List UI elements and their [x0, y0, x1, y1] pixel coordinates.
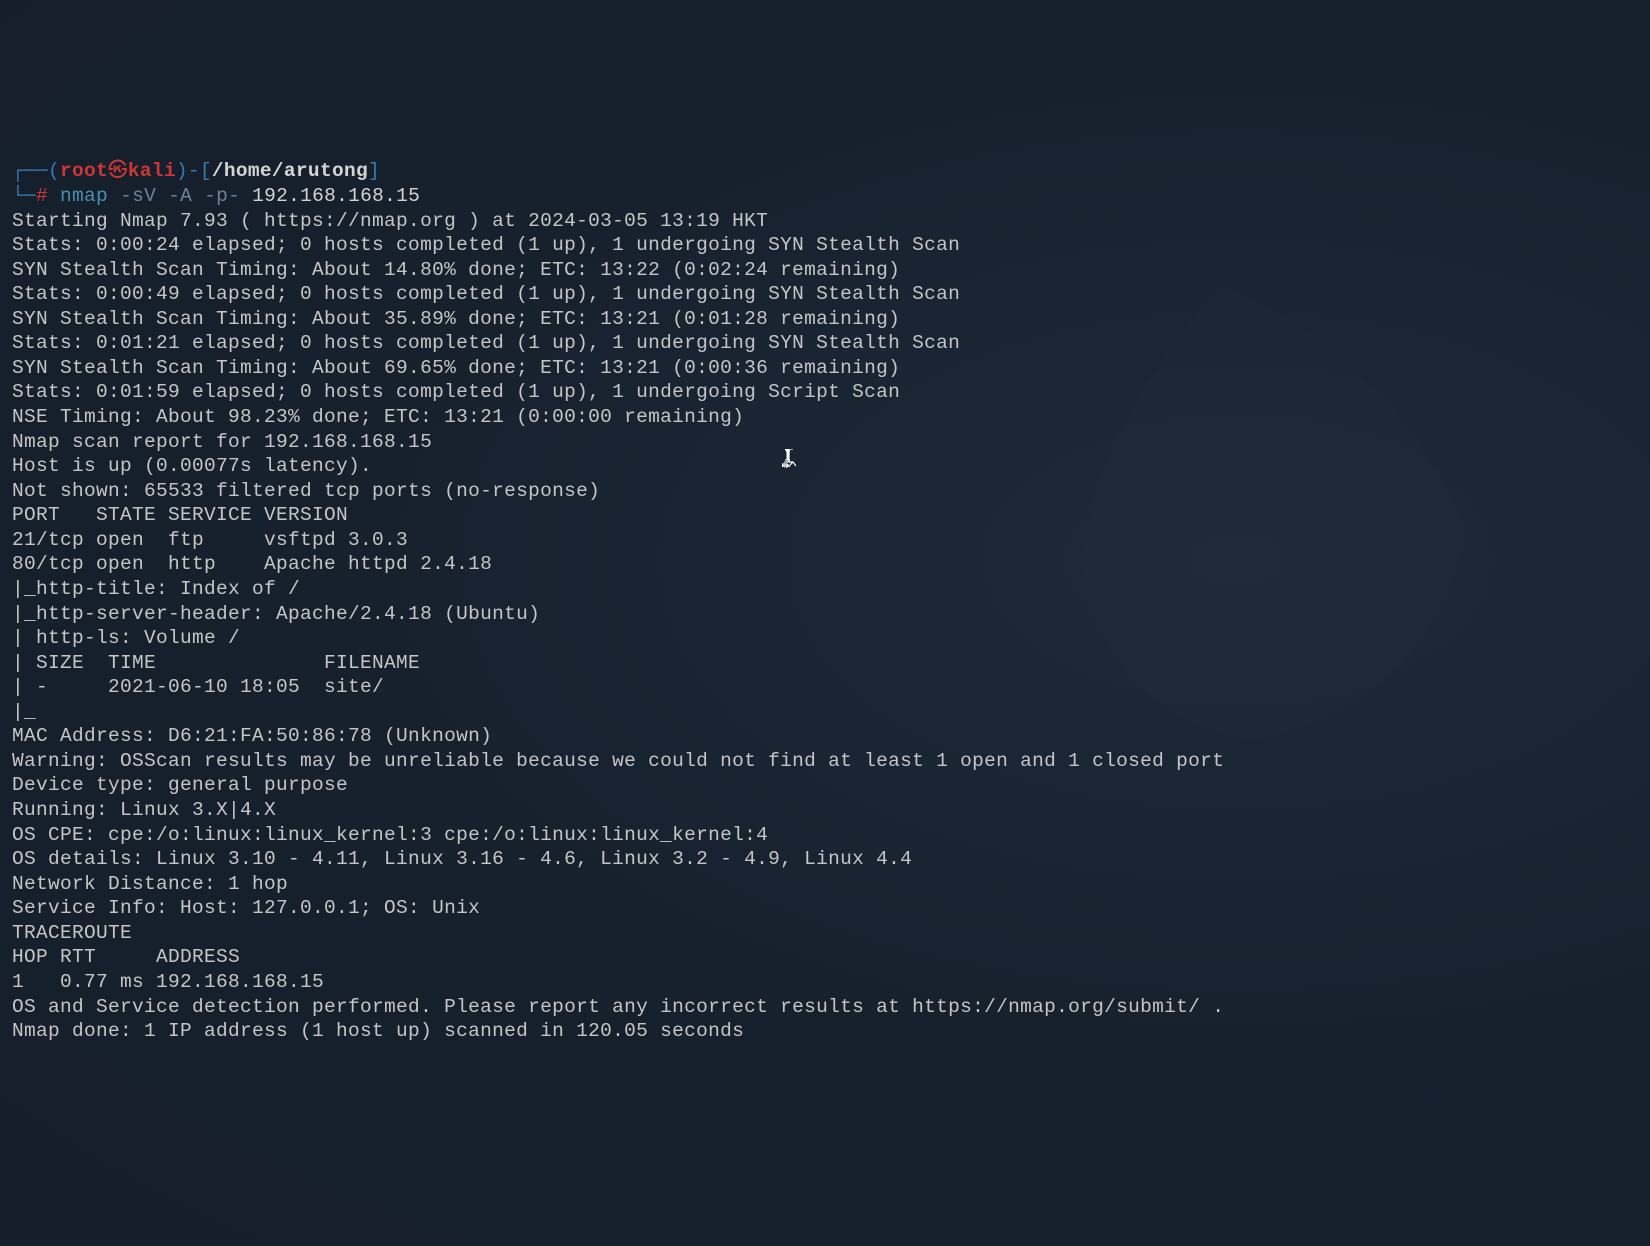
output-line: Warning: OSScan results may be unreliabl… — [12, 749, 1638, 774]
prompt-user: root — [60, 160, 108, 182]
output-line: NSE Timing: About 98.23% done; ETC: 13:2… — [12, 405, 1638, 430]
output-line: |_http-title: Index of / — [12, 577, 1638, 602]
output-line: | SIZE TIME FILENAME — [12, 651, 1638, 676]
output-line: Network Distance: 1 hop — [12, 872, 1638, 897]
output-line: 1 0.77 ms 192.168.168.15 — [12, 970, 1638, 995]
prompt-line-2: └─# nmap -sV -A -p- 192.168.168.15 — [12, 184, 1638, 209]
output-line: OS details: Linux 3.10 - 4.11, Linux 3.1… — [12, 847, 1638, 872]
output-line: Service Info: Host: 127.0.0.1; OS: Unix — [12, 896, 1638, 921]
output-line: 80/tcp open http Apache httpd 2.4.18 — [12, 552, 1638, 577]
command-name: nmap — [60, 185, 108, 207]
prompt-symbol: # — [36, 185, 48, 207]
skull-icon: ㉿ — [108, 160, 128, 182]
output-line: SYN Stealth Scan Timing: About 14.80% do… — [12, 258, 1638, 283]
output-line: Not shown: 65533 filtered tcp ports (no-… — [12, 479, 1638, 504]
output-line: Stats: 0:01:59 elapsed; 0 hosts complete… — [12, 380, 1638, 405]
output-line: Stats: 0:00:49 elapsed; 0 hosts complete… — [12, 282, 1638, 307]
output-line: Nmap scan report for 192.168.168.15 — [12, 430, 1638, 455]
output-line: 21/tcp open ftp vsftpd 3.0.3 — [12, 528, 1638, 553]
terminal-output[interactable]: ┌──(root㉿kali)-[/home/arutong]└─# nmap -… — [12, 159, 1638, 1043]
output-line: HOP RTT ADDRESS — [12, 945, 1638, 970]
output-line: Host is up (0.00077s latency). — [12, 454, 1638, 479]
output-line: Device type: general purpose — [12, 773, 1638, 798]
output-line: OS CPE: cpe:/o:linux:linux_kernel:3 cpe:… — [12, 823, 1638, 848]
output-line: | http-ls: Volume / — [12, 626, 1638, 651]
output-line: SYN Stealth Scan Timing: About 69.65% do… — [12, 356, 1638, 381]
command-target: 192.168.168.15 — [252, 185, 420, 207]
output-line: PORT STATE SERVICE VERSION — [12, 503, 1638, 528]
output-line: | - 2021-06-10 18:05 site/ — [12, 675, 1638, 700]
prompt-line-1: ┌──(root㉿kali)-[/home/arutong] — [12, 159, 1638, 184]
output-line: Stats: 0:01:21 elapsed; 0 hosts complete… — [12, 331, 1638, 356]
prompt-hostname: kali — [128, 160, 176, 182]
output-line: SYN Stealth Scan Timing: About 35.89% do… — [12, 307, 1638, 332]
output-line: Nmap done: 1 IP address (1 host up) scan… — [12, 1019, 1638, 1044]
output-line: Running: Linux 3.X|4.X — [12, 798, 1638, 823]
prompt-path: /home/arutong — [212, 160, 368, 182]
output-line: Stats: 0:00:24 elapsed; 0 hosts complete… — [12, 233, 1638, 258]
output-line: TRACEROUTE — [12, 921, 1638, 946]
output-line: MAC Address: D6:21:FA:50:86:78 (Unknown) — [12, 724, 1638, 749]
output-line: |_ — [12, 700, 1638, 725]
output-line: Starting Nmap 7.93 ( https://nmap.org ) … — [12, 209, 1638, 234]
command-flags: -sV -A -p- — [120, 185, 240, 207]
output-line: |_http-server-header: Apache/2.4.18 (Ubu… — [12, 602, 1638, 627]
output-line: OS and Service detection performed. Plea… — [12, 995, 1638, 1020]
